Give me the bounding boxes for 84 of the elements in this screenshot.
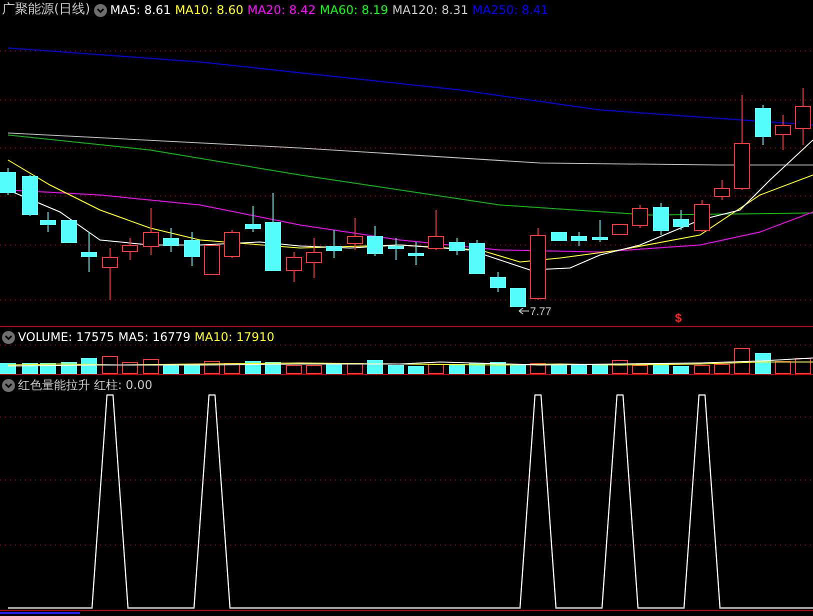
volume-bar: [592, 364, 608, 374]
candlestick: [469, 240, 485, 274]
candlestick: [490, 272, 506, 292]
candlestick: [0, 168, 16, 196]
candlestick: [551, 232, 567, 241]
volume-bar: [694, 365, 710, 374]
volume-bar: [449, 364, 465, 374]
legend-value: MA60: 8.19: [320, 2, 388, 18]
candlestick: [510, 288, 526, 307]
volume-bar: [408, 366, 424, 374]
volume-bar: [122, 362, 138, 374]
candlestick: [61, 220, 77, 243]
volume-bar: [0, 363, 16, 374]
volume-bar: [184, 365, 200, 374]
chevron-icon[interactable]: [2, 378, 15, 392]
volume-bar: [388, 365, 404, 374]
candlestick: [388, 238, 404, 260]
legend-value: VOLUME: 17575: [18, 329, 114, 345]
legend-value: MA20: 8.42: [247, 2, 316, 18]
candlestick: [347, 218, 363, 250]
candlestick: [40, 212, 56, 232]
volume-bar: [81, 358, 97, 374]
volume-bar: [755, 353, 771, 374]
volume-bar: [510, 365, 526, 374]
candlestick: [592, 220, 608, 242]
volume-bar: [632, 365, 648, 374]
candlestick: [245, 206, 261, 232]
volume-bar: [163, 365, 179, 374]
candlestick: [408, 242, 424, 266]
candlestick: [102, 248, 118, 300]
candlestick: [204, 244, 220, 275]
candlestick: [286, 252, 302, 282]
volume-bar: [347, 363, 363, 374]
candlestick: [571, 232, 587, 246]
candlestick: [306, 238, 322, 278]
chart-title: 广聚能源(日线): [2, 2, 90, 18]
volume-bar: [571, 364, 587, 374]
candlestick: [143, 208, 159, 256]
volume-bar: [714, 364, 730, 374]
legend-value: 红色量能拉升 红柱: 0.00: [18, 377, 152, 393]
chevron-icon[interactable]: [2, 330, 15, 344]
candlestick: [653, 202, 669, 236]
volume-bar: [530, 363, 546, 374]
signal-marker: $: [675, 311, 682, 325]
volume-bar: [102, 356, 118, 374]
candlestick: [775, 114, 791, 150]
candlestick: [224, 230, 240, 258]
volume-bar: [653, 364, 669, 374]
candlestick: [163, 228, 179, 252]
legend-value: MA10: 8.60: [174, 2, 244, 18]
candlestick: [755, 104, 771, 146]
candlestick: [122, 238, 138, 260]
volume-bar: [326, 363, 342, 374]
candlestick: [367, 226, 383, 256]
volume-bar: [286, 365, 302, 374]
volume-bar: [673, 366, 689, 374]
candlestick: [184, 232, 200, 266]
candlestick: [795, 88, 811, 146]
volume-bar: [734, 348, 750, 374]
volume-bar: [143, 359, 159, 374]
candlestick: [449, 238, 465, 256]
chevron-icon[interactable]: [94, 4, 108, 16]
candlestick: [694, 200, 710, 232]
volume-bar: [551, 364, 567, 374]
candlestick: [326, 230, 342, 258]
legend-value: MA250: 8.41: [472, 2, 548, 18]
candlestick: [714, 180, 730, 200]
legend-value: MA5: 16779: [118, 329, 191, 345]
price-label: 7.77: [530, 306, 552, 318]
legend-value: MA5: 8.61: [110, 2, 171, 18]
candlestick: [632, 204, 648, 228]
volume-bar: [775, 361, 791, 374]
volume-bar: [469, 363, 485, 374]
legend-value: MA120: 8.31: [392, 2, 468, 18]
candlestick: [428, 210, 444, 250]
volume-bar: [306, 365, 322, 374]
candlestick: [81, 232, 97, 272]
volume-bar: [367, 360, 383, 374]
volume-bar: [428, 364, 444, 374]
candlestick: [612, 224, 628, 235]
arrow-icon: [518, 308, 530, 314]
candlestick: [22, 174, 38, 216]
legend-value: MA10: 17910: [194, 329, 274, 345]
candlestick: [673, 210, 689, 230]
